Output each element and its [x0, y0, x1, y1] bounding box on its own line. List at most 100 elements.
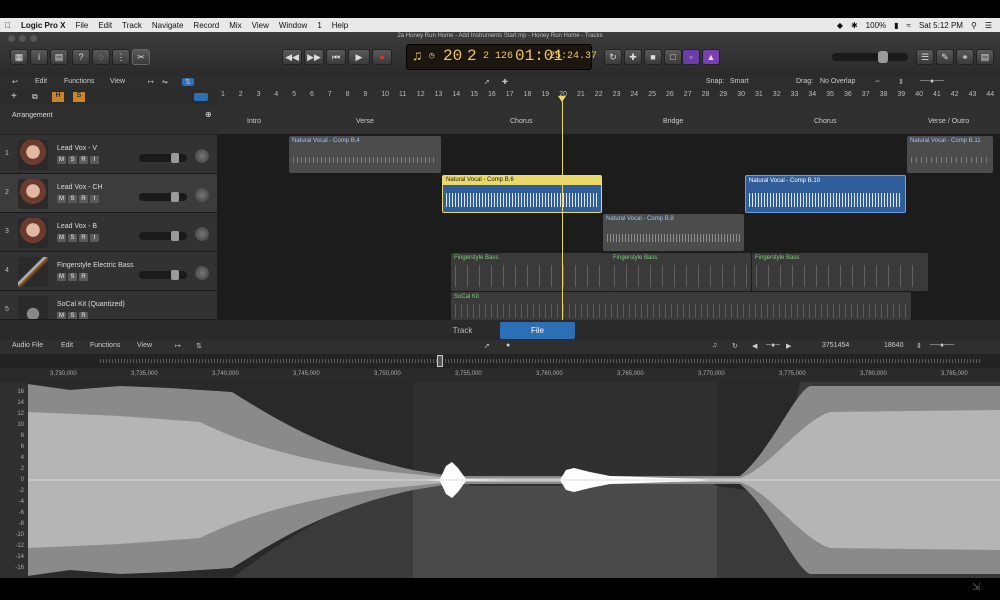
- volume-fader[interactable]: [139, 270, 187, 280]
- playhead-handle-icon[interactable]: [558, 96, 566, 102]
- go-to-start-button[interactable]: ⏮: [326, 49, 346, 65]
- view-menu[interactable]: View: [110, 78, 125, 85]
- mute-button[interactable]: M: [57, 156, 66, 164]
- midi-region[interactable]: SoCal Kit: [451, 292, 911, 320]
- smart-controls-button[interactable]: ◌: [92, 49, 110, 65]
- add-marker-icon[interactable]: ⊕: [205, 110, 212, 119]
- link-icon[interactable]: ⇋: [162, 78, 168, 86]
- audio-file-menu[interactable]: Audio File: [12, 342, 43, 349]
- quick-help-button[interactable]: ?: [72, 49, 90, 65]
- menu-navigate[interactable]: Navigate: [147, 21, 189, 30]
- drag-select[interactable]: No Overlap: [820, 78, 855, 85]
- mixer-button[interactable]: ⋮: [112, 49, 130, 65]
- audio-region[interactable]: Natural Vocal - Comp B.4: [289, 136, 441, 173]
- tuner-button[interactable]: ✚: [624, 49, 642, 65]
- solo-button[interactable]: ■: [644, 49, 662, 65]
- menu-1[interactable]: 1: [312, 21, 326, 30]
- replace-button[interactable]: ▫: [682, 49, 700, 65]
- track-name[interactable]: Lead Vox - V: [57, 145, 97, 152]
- midi-region[interactable]: Fingerstyle Bass: [610, 253, 751, 291]
- duplicate-track-icon[interactable]: ⧉: [32, 92, 38, 102]
- editor-flex-icon[interactable]: ⇅: [196, 342, 202, 350]
- add-track-icon[interactable]: +: [11, 91, 17, 102]
- track-header-2[interactable]: 2 Lead Vox - CH M S R I: [0, 174, 217, 213]
- pointer-tool-icon[interactable]: ➚: [484, 78, 490, 86]
- zoom-slider[interactable]: ──●──: [920, 78, 944, 85]
- editor-vzoom-icon[interactable]: ⇕: [916, 342, 922, 350]
- editor-edit-menu[interactable]: Edit: [61, 342, 73, 349]
- arrangement-track[interactable]: Intro Verse Chorus Bridge Chorus Verse /…: [217, 102, 1000, 134]
- inspector-button[interactable]: i: [30, 49, 48, 65]
- record-enable-button[interactable]: R: [79, 195, 88, 203]
- app-menu[interactable]: Logic Pro X: [16, 21, 70, 30]
- waveform-display[interactable]: [0, 382, 1000, 578]
- rewind-button[interactable]: ◀◀: [282, 49, 302, 65]
- clock[interactable]: Sat 5:12 PM: [919, 21, 963, 30]
- record-enable-button[interactable]: R: [79, 234, 88, 242]
- section-marker-intro[interactable]: Intro: [247, 118, 261, 125]
- vertical-zoom-icon[interactable]: ⇕: [898, 78, 904, 86]
- sample-ruler[interactable]: 3,730,000 3,735,000 3,740,000 3,745,000 3,75…: [0, 368, 1000, 382]
- library-button[interactable]: ▦: [10, 49, 28, 65]
- play-button[interactable]: ▶: [348, 49, 370, 65]
- resize-corner-icon[interactable]: ⇲: [972, 582, 980, 593]
- browser-button[interactable]: ▤: [976, 49, 994, 65]
- audio-region-selected[interactable]: Natural Vocal - Comp B.10: [745, 175, 906, 213]
- section-marker-bridge[interactable]: Bridge: [663, 118, 683, 125]
- editor-next-icon[interactable]: ▶: [786, 342, 791, 350]
- menu-record[interactable]: Record: [188, 21, 224, 30]
- audio-region[interactable]: Natural Vocal - Comp B.8: [603, 214, 744, 251]
- track-name[interactable]: SoCal Kit (Quantized): [57, 301, 125, 308]
- list-editors-button[interactable]: ☰: [916, 49, 934, 65]
- forward-button[interactable]: ▶▶: [304, 49, 324, 65]
- section-marker-chorus-2[interactable]: Chorus: [814, 118, 837, 125]
- record-button[interactable]: ●: [372, 49, 392, 65]
- master-volume-knob[interactable]: [878, 51, 888, 63]
- countin-button[interactable]: □: [664, 49, 682, 65]
- fullscreen-window-icon[interactable]: [30, 35, 37, 42]
- menu-mix[interactable]: Mix: [224, 21, 246, 30]
- overview-viewport[interactable]: [437, 355, 443, 367]
- playhead[interactable]: [562, 96, 563, 320]
- toolbar-button[interactable]: ▤: [50, 49, 68, 65]
- menu-file[interactable]: File: [70, 21, 93, 30]
- editor-view-menu[interactable]: View: [137, 342, 152, 349]
- cycle-button[interactable]: ↻: [604, 49, 622, 65]
- mute-button[interactable]: M: [57, 234, 66, 242]
- loop-browser-button[interactable]: ⚭: [956, 49, 974, 65]
- editor-pencil-tool-icon[interactable]: ●: [506, 342, 510, 349]
- bar-ruler[interactable]: 1 2 3 4 5 6 7 8 9 10 11 12 13 14 15 16 17 18 19 20 21 22 23 24 2…: [217, 90, 1000, 102]
- master-volume-slider[interactable]: [832, 51, 908, 63]
- solo-button[interactable]: S: [68, 195, 77, 203]
- pan-knob[interactable]: [195, 188, 209, 202]
- dropbox-icon[interactable]: ◆: [837, 21, 843, 30]
- editor-prev-icon[interactable]: ◀: [752, 342, 757, 350]
- editor-catch-icon[interactable]: ↦: [175, 342, 181, 350]
- back-icon[interactable]: ↩: [12, 78, 18, 86]
- mute-button[interactable]: M: [57, 195, 66, 203]
- solo-button[interactable]: S: [68, 273, 77, 281]
- track-name[interactable]: Fingerstyle Electric Bass: [57, 262, 134, 269]
- pan-knob[interactable]: [195, 149, 209, 163]
- speaker-icon[interactable]: ♫: [712, 342, 717, 349]
- menu-help[interactable]: Help: [327, 21, 353, 30]
- midi-region[interactable]: Fingerstyle Bass: [752, 253, 928, 291]
- solo-button[interactable]: S: [68, 312, 77, 319]
- menu-edit[interactable]: Edit: [93, 21, 117, 30]
- editor-volume-slider[interactable]: ─●─: [766, 342, 780, 349]
- track-header-1[interactable]: 1 Lead Vox - V M S R I: [0, 135, 217, 174]
- menu-track[interactable]: Track: [117, 21, 147, 30]
- solo-all-button[interactable]: S: [73, 92, 85, 102]
- catch-icon[interactable]: ↦: [148, 78, 154, 86]
- record-enable-button[interactable]: R: [79, 273, 88, 281]
- editor-pointer-tool-icon[interactable]: ➚: [484, 342, 490, 350]
- section-marker-chorus[interactable]: Chorus: [510, 118, 533, 125]
- notepad-button[interactable]: ✎: [936, 49, 954, 65]
- solo-button[interactable]: S: [68, 156, 77, 164]
- tab-file[interactable]: File: [500, 322, 575, 339]
- close-window-icon[interactable]: [8, 35, 15, 42]
- position-readout[interactable]: 3751454: [822, 342, 849, 349]
- metronome-button[interactable]: ▲: [702, 49, 720, 65]
- marquee-tool-icon[interactable]: ✚: [502, 78, 508, 86]
- hide-button[interactable]: H: [52, 92, 64, 102]
